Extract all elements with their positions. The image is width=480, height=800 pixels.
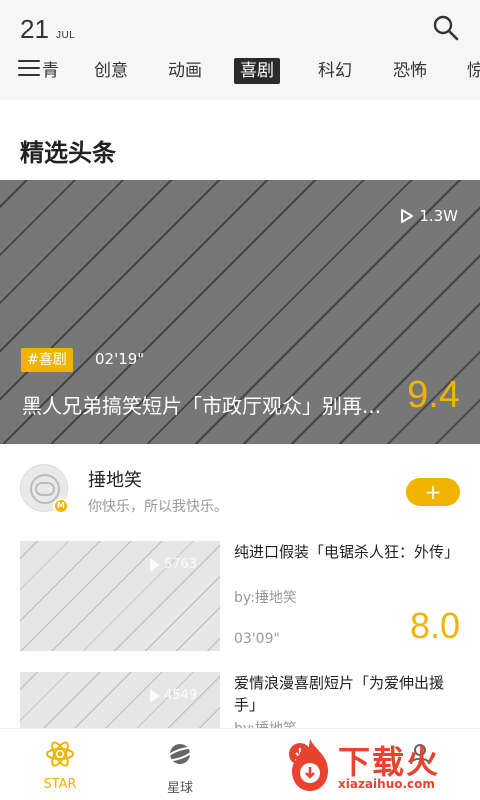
featured-duration: 02'19" [95,350,145,368]
date-day: 21 [20,14,49,44]
video-score: 8.0 [409,605,460,646]
tab-horror[interactable]: 恐怖 [387,58,433,84]
category-tabs: 青 创意 动画 喜剧 科幻 恐怖 惊 [0,56,480,86]
featured-video-card[interactable]: 1.3W #喜剧 02'19" 黑人兄弟搞笑短片「市政厅观众」别再... 9.4 [0,180,480,444]
nav-planet[interactable]: 星球 [120,729,240,800]
tab-qing[interactable]: 青 [36,58,65,84]
featured-score: 9.4 [407,374,460,416]
nav-star-label: STAR [43,777,77,792]
video-author: by:捶地笑 [234,590,297,606]
channel-row[interactable]: M 捶地笑 你快乐，所以我快乐。 + [0,444,480,534]
thumbnail-play-count: 5763 [150,557,197,572]
thumbnail-plays-text: 4549 [164,688,198,703]
thumbnail-plays-text: 5763 [164,557,198,572]
channel-name[interactable]: 捶地笑 [88,466,142,492]
tab-animation[interactable]: 动画 [162,58,208,84]
top-bar: 21 JUL 青 创意 动画 喜剧 科幻 恐怖 惊 [0,0,480,100]
watermark-logo: 下载火 xiazaihuo.com [282,735,474,795]
thumbnail-play-count: 4549 [150,688,197,703]
tab-creative[interactable]: 创意 [88,58,134,84]
watermark-url: xiazaihuo.com [338,777,435,791]
follow-button[interactable]: + [406,478,460,506]
play-icon [150,688,160,703]
featured-title: 黑人兄弟搞笑短片「市政厅观众」别再... [22,394,382,418]
nav-star[interactable]: STAR [0,729,120,800]
tab-comedy[interactable]: 喜剧 [234,58,280,84]
featured-tag[interactable]: #喜剧 [21,348,73,372]
video-title[interactable]: 爱情浪漫喜剧短片「为爱伸出援手」 [234,672,460,716]
video-title[interactable]: 纯进口假装「电锯杀人狂：外传」 [234,541,460,563]
featured-plays-text: 1.3W [419,207,458,225]
tab-thriller[interactable]: 惊 [461,58,480,84]
tab-scifi[interactable]: 科幻 [312,58,358,84]
video-duration: 03'09" [234,631,280,647]
featured-play-count: 1.3W [400,207,458,225]
date-month: JUL [56,30,76,41]
planet-icon [165,744,195,764]
member-badge: M [53,498,69,514]
section-title: 精选头条 [20,139,116,167]
nav-planet-label: 星球 [166,781,193,796]
channel-description: 你快乐，所以我快乐。 [88,499,228,515]
play-icon [150,557,160,572]
atom-icon [46,741,74,767]
search-icon[interactable] [432,14,460,42]
flame-logo-icon [292,739,328,791]
video-thumbnail[interactable]: 5763 [20,541,220,651]
play-icon [401,209,414,223]
